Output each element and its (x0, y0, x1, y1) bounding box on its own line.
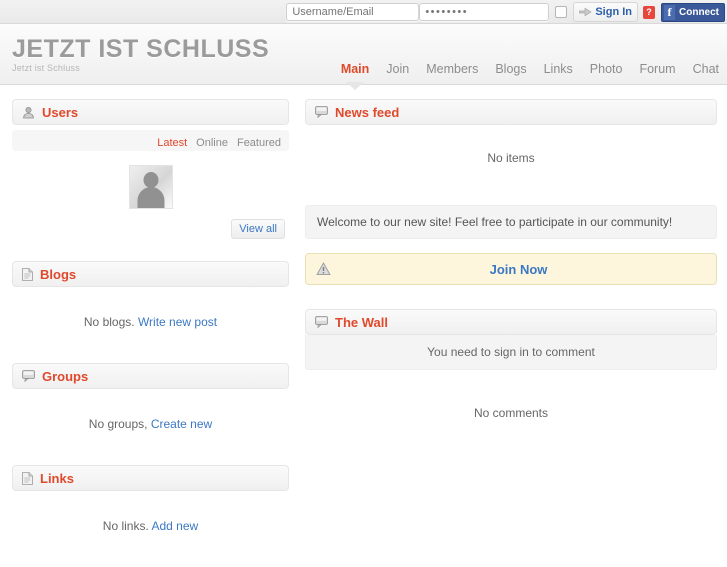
avatar[interactable] (128, 165, 173, 209)
news-feed-block-header: News feed (305, 99, 717, 125)
users-tab-featured[interactable]: Featured (237, 137, 281, 149)
users-tab-latest[interactable]: Latest (157, 137, 187, 149)
wall-sign-in-note: You need to sign in to comment (305, 335, 717, 370)
nav-item-main[interactable]: Main (340, 62, 370, 90)
left-column: Users Latest Online Featured View all Bl… (12, 99, 289, 567)
links-block-body: No links. Add new (12, 491, 289, 549)
login-form: Sign In ? f Connect (286, 0, 725, 24)
site-logo[interactable]: JETZT IST SCHLUSS Jetzt ist Schluss (12, 36, 269, 73)
nav-label-main: Main (340, 62, 370, 76)
nav-item-photo[interactable]: Photo (590, 62, 623, 78)
top-bar: Sign In ? f Connect (0, 0, 727, 24)
nav-item-chat[interactable]: Chat (693, 62, 719, 78)
blogs-block: Blogs No blogs. Write new post (12, 261, 289, 345)
users-tab-online[interactable]: Online (196, 137, 228, 149)
main-navigation: Main Join Members Blogs Links Photo Foru… (340, 62, 719, 90)
wall-block-title: The Wall (335, 314, 388, 330)
password-input[interactable] (419, 3, 550, 21)
users-block: Users Latest Online Featured View all (12, 99, 289, 243)
nav-item-links[interactable]: Links (544, 62, 573, 78)
facebook-connect-button[interactable]: f Connect (661, 2, 725, 22)
users-block-header: Users (12, 99, 289, 125)
wall-block: The Wall You need to sign in to comment … (305, 309, 717, 420)
blogs-block-body: No blogs. Write new post (12, 287, 289, 345)
nav-item-join[interactable]: Join (386, 62, 409, 78)
view-all-button[interactable]: View all (231, 219, 285, 239)
join-now-label[interactable]: Join Now (331, 262, 706, 277)
logo-title: JETZT IST SCHLUSS (12, 35, 270, 63)
speech-bubble-icon (315, 106, 328, 118)
speech-bubble-icon (22, 370, 35, 382)
document-icon (22, 267, 33, 281)
links-empty-text: No links. (102, 519, 149, 533)
user-icon (22, 106, 35, 119)
wall-empty-text: No comments (473, 406, 549, 420)
sign-in-button[interactable]: Sign In (573, 2, 638, 22)
news-feed-block: News feed No items (305, 99, 717, 195)
groups-block-body: No groups, Create new (12, 389, 289, 447)
avatar-body-shape (137, 187, 164, 208)
facebook-icon: f (664, 4, 675, 20)
right-column: News feed No items Welcome to our new si… (305, 99, 717, 567)
arrow-right-icon (579, 7, 592, 17)
welcome-message: Welcome to our new site! Feel free to pa… (305, 205, 717, 239)
groups-block-header: Groups (12, 363, 289, 389)
users-block-title: Users (42, 104, 79, 120)
links-block: Links No links. Add new (12, 465, 289, 549)
users-avatar-row (12, 151, 289, 217)
users-view-all-row: View all (12, 217, 289, 243)
blogs-block-header: Blogs (12, 261, 289, 287)
create-new-group-link[interactable]: Create new (151, 417, 212, 431)
document-icon (22, 471, 33, 485)
links-block-header: Links (12, 465, 289, 491)
logo-tagline: Jetzt ist Schluss (12, 63, 80, 73)
nav-item-forum[interactable]: Forum (639, 62, 675, 78)
active-tab-caret-icon (346, 82, 365, 90)
site-header: JETZT IST SCHLUSS Jetzt ist Schluss Main… (0, 24, 727, 90)
speech-bubble-icon (315, 316, 328, 328)
news-feed-block-title: News feed (335, 104, 400, 120)
blogs-empty-text: No blogs. (83, 315, 135, 329)
blogs-block-title: Blogs (40, 266, 77, 282)
wall-block-header: The Wall (305, 309, 717, 335)
add-new-link[interactable]: Add new (151, 519, 198, 533)
join-now-banner[interactable]: Join Now (305, 253, 717, 285)
nav-item-blogs[interactable]: Blogs (495, 62, 526, 78)
help-badge[interactable]: ? (643, 5, 655, 19)
facebook-connect-label: Connect (679, 6, 719, 18)
warning-triangle-icon (316, 262, 331, 276)
nav-item-members[interactable]: Members (426, 62, 478, 78)
groups-block-title: Groups (42, 368, 89, 384)
avatar-head-shape (143, 172, 158, 188)
users-tab-bar: Latest Online Featured (12, 130, 289, 151)
news-feed-empty-text: No items (487, 151, 535, 165)
links-block-title: Links (40, 470, 74, 486)
groups-empty-text: No groups, (88, 417, 148, 431)
remember-me-checkbox[interactable] (555, 6, 568, 18)
username-input[interactable] (286, 3, 420, 21)
sign-in-label: Sign In (595, 6, 632, 18)
groups-block: Groups No groups, Create new (12, 363, 289, 447)
write-new-post-link[interactable]: Write new post (138, 315, 217, 329)
page-content: Users Latest Online Featured View all Bl… (0, 85, 727, 567)
